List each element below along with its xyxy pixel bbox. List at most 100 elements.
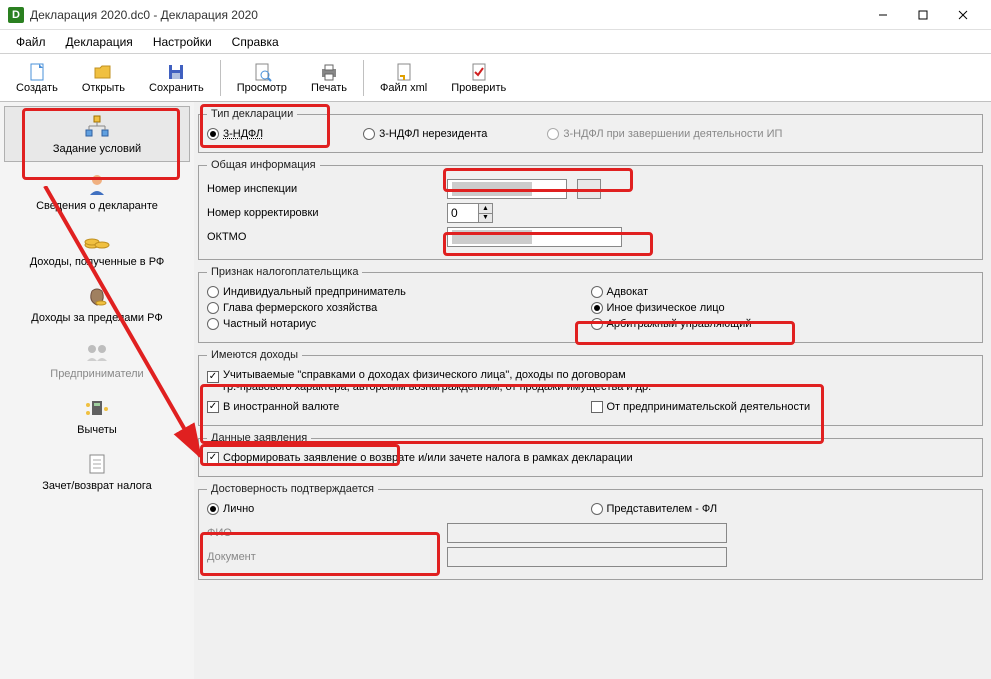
toolbar-save-label: Сохранить	[149, 82, 204, 94]
nav-income-foreign[interactable]: Доходы за пределами РФ	[4, 276, 190, 330]
radio-notary-label: Частный нотариус	[223, 318, 316, 330]
nav-income-foreign-label: Доходы за пределами РФ	[31, 312, 162, 324]
radio-arbitration-label: Арбитражный управляющий	[607, 318, 752, 330]
radio-other-person-label: Иное физическое лицо	[607, 302, 725, 314]
radio-icon	[207, 128, 219, 140]
toolbar-print-button[interactable]: Печать	[301, 60, 357, 96]
xml-file-icon	[392, 62, 416, 82]
radio-3ndfl[interactable]: 3-НДФЛ	[207, 128, 263, 140]
radio-representative-label: Представителем - ФЛ	[607, 503, 718, 515]
correction-label: Номер корректировки	[207, 207, 437, 219]
checkbox-form-statement[interactable]: Сформировать заявление о возврате и/или …	[207, 452, 974, 464]
declaration-type-legend: Тип декларации	[207, 108, 297, 120]
toolbar-preview-label: Просмотр	[237, 82, 287, 94]
radio-icon	[207, 302, 219, 314]
checkbox-foreign-currency[interactable]: В иностранной валюте	[207, 401, 591, 413]
entrepreneurs-icon	[81, 338, 113, 366]
nav-offset-refund[interactable]: Зачет/возврат налога	[4, 444, 190, 498]
toolbar-check-label: Проверить	[451, 82, 506, 94]
nav-declarant-label: Сведения о декларанте	[36, 200, 158, 212]
conditions-icon	[81, 113, 113, 141]
radio-3ndfl-ip-closure-label: 3-НДФЛ при завершении деятельности ИП	[563, 128, 782, 140]
menu-declaration[interactable]: Декларация	[56, 32, 143, 52]
oktmo-label: ОКТМО	[207, 231, 437, 243]
declarant-icon	[81, 170, 113, 198]
menu-settings[interactable]: Настройки	[143, 32, 222, 52]
toolbar-save-button[interactable]: Сохранить	[139, 60, 214, 96]
nav-income-rf[interactable]: Доходы, полученные в РФ	[4, 220, 190, 274]
nav-declarant[interactable]: Сведения о декларанте	[4, 164, 190, 218]
toolbar-xml-button[interactable]: Файл xml	[370, 60, 437, 96]
nav-deductions-label: Вычеты	[77, 424, 117, 436]
radio-arbitration[interactable]: Арбитражный управляющий	[591, 318, 975, 330]
radio-icon	[591, 286, 603, 298]
declaration-type-group: Тип декларации 3-НДФЛ 3-НДФЛ нерезидента…	[198, 108, 983, 153]
toolbar-check-button[interactable]: Проверить	[441, 60, 516, 96]
window-close-button[interactable]	[943, 1, 983, 29]
nav-entrepreneurs[interactable]: Предприниматели	[4, 332, 190, 386]
menu-help[interactable]: Справка	[222, 32, 289, 52]
oktmo-input[interactable]	[447, 227, 622, 247]
toolbar-print-label: Печать	[311, 82, 347, 94]
radio-3ndfl-label: 3-НДФЛ	[223, 128, 263, 140]
toolbar-xml-label: Файл xml	[380, 82, 427, 94]
radio-ip-label: Индивидуальный предприниматель	[223, 286, 406, 298]
radio-icon	[207, 286, 219, 298]
radio-3ndfl-nonresident[interactable]: 3-НДФЛ нерезидента	[363, 128, 487, 140]
toolbar: Создать Открыть Сохранить Просмотр Печат…	[0, 54, 991, 102]
checkbox-entrepreneurial[interactable]: От предпринимательской деятельности	[591, 401, 975, 413]
navigation-sidebar: Задание условий Сведения о декларанте До…	[0, 102, 194, 679]
window-minimize-button[interactable]	[863, 1, 903, 29]
radio-personal[interactable]: Лично	[207, 503, 591, 515]
toolbar-open-label: Открыть	[82, 82, 125, 94]
radio-lawyer[interactable]: Адвокат	[591, 286, 975, 298]
inspection-input[interactable]	[447, 179, 567, 199]
authenticity-legend: Достоверность подтверждается	[207, 483, 378, 495]
nav-entrepreneurs-label: Предприниматели	[50, 368, 143, 380]
nav-deductions[interactable]: Вычеты	[4, 388, 190, 442]
toolbar-create-button[interactable]: Создать	[6, 60, 68, 96]
toolbar-separator	[363, 60, 364, 96]
toolbar-open-button[interactable]: Открыть	[72, 60, 135, 96]
authenticity-group: Достоверность подтверждается Лично Предс…	[198, 483, 983, 580]
radio-3ndfl-ip-closure[interactable]: 3-НДФЛ при завершении деятельности ИП	[547, 128, 782, 140]
nav-income-rf-label: Доходы, полученные в РФ	[30, 256, 165, 268]
radio-notary[interactable]: Частный нотариус	[207, 318, 591, 330]
radio-lawyer-label: Адвокат	[607, 286, 649, 298]
document-input	[447, 547, 727, 567]
save-icon	[164, 62, 188, 82]
nav-offset-refund-label: Зачет/возврат налога	[42, 480, 152, 492]
taxpayer-legend: Признак налогоплательщика	[207, 266, 362, 278]
radio-icon	[591, 302, 603, 314]
checkbox-spravka[interactable]: Учитываемые "справками о доходах физичес…	[207, 369, 974, 393]
radio-3ndfl-nonresident-label: 3-НДФЛ нерезидента	[379, 128, 487, 140]
radio-other-person[interactable]: Иное физическое лицо	[591, 302, 975, 314]
statement-legend: Данные заявления	[207, 432, 311, 444]
toolbar-create-label: Создать	[16, 82, 58, 94]
inspection-browse-button[interactable]: ...	[577, 179, 601, 199]
checkbox-icon	[207, 371, 219, 383]
radio-representative[interactable]: Представителем - ФЛ	[591, 503, 975, 515]
toolbar-preview-button[interactable]: Просмотр	[227, 60, 297, 96]
checkbox-spravka-label-1: Учитываемые "справками о доходах физичес…	[223, 369, 626, 381]
deductions-icon	[81, 394, 113, 422]
folder-open-icon	[91, 62, 115, 82]
check-icon	[467, 62, 491, 82]
spinner-down-icon[interactable]: ▼	[479, 214, 492, 223]
inspection-label: Номер инспекции	[207, 183, 437, 195]
radio-farm[interactable]: Глава фермерского хозяйства	[207, 302, 591, 314]
checkbox-icon	[207, 452, 219, 464]
window-maximize-button[interactable]	[903, 1, 943, 29]
menubar: Файл Декларация Настройки Справка	[0, 30, 991, 54]
correction-spinner[interactable]: 0 ▲ ▼	[447, 203, 493, 223]
document-label: Документ	[207, 551, 437, 563]
radio-ip[interactable]: Индивидуальный предприниматель	[207, 286, 591, 298]
fio-input	[447, 523, 727, 543]
menu-file[interactable]: Файл	[6, 32, 56, 52]
money-bag-icon	[81, 282, 113, 310]
nav-conditions[interactable]: Задание условий	[4, 106, 190, 162]
correction-value: 0	[448, 204, 478, 222]
print-icon	[317, 62, 341, 82]
spinner-up-icon[interactable]: ▲	[479, 204, 492, 214]
checkbox-foreign-currency-label: В иностранной валюте	[223, 401, 339, 413]
